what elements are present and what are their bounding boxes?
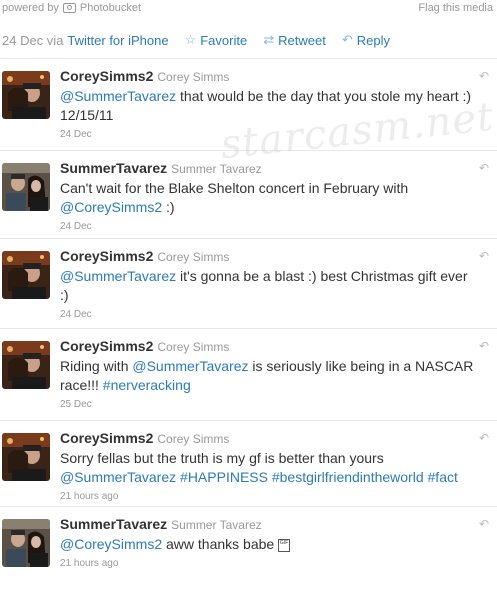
gift-icon: GIF (278, 538, 291, 552)
powered-by-label: powered by (2, 2, 59, 14)
hashtag-link[interactable]: #fact (428, 469, 458, 485)
tweet-header: CoreySimms2 Corey Simms (60, 68, 477, 86)
tweet-header: SummerTavarez Summer Tavarez (60, 516, 477, 534)
tweet-body: CoreySimms2 Corey Simms Riding with @Summe… (60, 338, 477, 412)
screen-name-link[interactable]: CoreySimms2 (60, 338, 153, 354)
hashtag-link[interactable]: #bestgirlfriendintheworld (272, 469, 424, 485)
hashtag-link[interactable]: #HAPPINESS (180, 469, 268, 485)
tweet-item: CoreySimms2 Corey Simms @SummerTavarez it'… (0, 238, 497, 328)
tweet-header: CoreySimms2 Corey Simms (60, 430, 477, 448)
tweet-header: CoreySimms2 Corey Simms (60, 248, 477, 266)
mention-link[interactable]: @SummerTavarez (60, 268, 176, 284)
photobucket-label: Photobucket (79, 2, 142, 14)
mention-link[interactable]: @SummerTavarez (60, 88, 176, 104)
retweet-label: Retweet (278, 32, 326, 48)
tweet-header: SummerTavarez Summer Tavarez (60, 160, 477, 178)
top-bar: powered by Photobucket Flag this media (0, 0, 497, 18)
tweet-text: @SummerTavarez it's gonna be a blast :) … (60, 267, 477, 305)
tweet-timestamp[interactable]: 24 Dec (60, 308, 477, 322)
tweet-text: Riding with @SummerTavarez is seriously … (60, 357, 477, 395)
screen-name-link[interactable]: SummerTavarez (60, 516, 167, 532)
tweet-item: SummerTavarez Summer Tavarez @CoreySimms2 … (0, 506, 497, 586)
mention-link[interactable]: @CoreySimms2 (60, 199, 162, 215)
reply-corner-icon[interactable]: ↶ (479, 249, 489, 263)
retweet-icon: ⇄ (263, 32, 275, 47)
real-name: Corey Simms (157, 340, 230, 354)
tweet-item: CoreySimms2 Corey Simms @SummerTavarez tha… (0, 58, 497, 150)
avatar[interactable] (2, 163, 50, 211)
mention-link[interactable]: @SummerTavarez (132, 358, 248, 374)
tweet-text-segment: Riding with (60, 358, 133, 374)
mention-link[interactable]: @CoreySimms2 (60, 536, 162, 552)
real-name: Summer Tavarez (171, 518, 262, 532)
avatar[interactable] (2, 251, 50, 299)
tweet-timestamp[interactable]: 21 hours ago (60, 557, 477, 571)
tweet-timestamp[interactable]: 21 hours ago (60, 490, 477, 504)
real-name: Corey Simms (157, 70, 230, 84)
favorite-label: Favorite (200, 32, 248, 48)
avatar[interactable] (2, 433, 50, 481)
mention-link[interactable]: @SummerTavarez (60, 469, 176, 485)
tweet-text: @SummerTavarez that would be the day tha… (60, 87, 477, 125)
tweet-body: CoreySimms2 Corey Simms Sorry fellas but t… (60, 430, 477, 504)
star-icon: ☆ (184, 32, 197, 47)
tweet-text: Can't wait for the Blake Shelton concert… (60, 179, 477, 217)
hashtag-link[interactable]: #nerveracking (103, 377, 191, 393)
tweet-text-segment: :) (162, 199, 175, 215)
reply-label: Reply (356, 32, 390, 48)
camera-icon (62, 3, 76, 13)
tweet-item: SummerTavarez Summer Tavarez Can't wait fo… (0, 150, 497, 238)
screen-name-link[interactable]: SummerTavarez (60, 160, 167, 176)
tweet-date: 24 Dec via (2, 32, 64, 48)
reply-corner-icon[interactable]: ↶ (479, 339, 489, 353)
tweet-body: CoreySimms2 Corey Simms @SummerTavarez it'… (60, 248, 477, 322)
tweet-meta-bar: 24 Dec via Twitter for iPhone ☆ Favorite… (0, 30, 497, 50)
tweet-body: CoreySimms2 Corey Simms @SummerTavarez tha… (60, 68, 477, 142)
reply-icon: ↶ (341, 32, 353, 47)
tweet-timestamp[interactable]: 25 Dec (60, 398, 477, 412)
reply-button[interactable]: ↶ Reply (342, 32, 390, 48)
screen-name-link[interactable]: CoreySimms2 (60, 68, 153, 84)
flag-media-link[interactable]: Flag this media (418, 2, 493, 14)
tweet-timestamp[interactable]: 24 Dec (60, 220, 477, 234)
real-name: Summer Tavarez (171, 162, 262, 176)
reply-corner-icon[interactable]: ↶ (479, 517, 489, 531)
tweet-text: Sorry fellas but the truth is my gf is b… (60, 449, 477, 487)
real-name: Corey Simms (157, 250, 230, 264)
tweet-body: SummerTavarez Summer Tavarez Can't wait fo… (60, 160, 477, 234)
tweet-header: CoreySimms2 Corey Simms (60, 338, 477, 356)
screen-name-link[interactable]: CoreySimms2 (60, 430, 153, 446)
via-client-link[interactable]: Twitter for iPhone (67, 33, 168, 48)
tweet-body: SummerTavarez Summer Tavarez @CoreySimms2 … (60, 516, 477, 571)
favorite-button[interactable]: ☆ Favorite (185, 32, 248, 48)
avatar[interactable] (2, 519, 50, 567)
tweet-text-segment: Sorry fellas but the truth is my gf is b… (60, 450, 384, 466)
tweet-text: @CoreySimms2 aww thanks babe GIF (60, 535, 477, 554)
reply-corner-icon[interactable]: ↶ (479, 161, 489, 175)
tweet-item: CoreySimms2 Corey Simms Sorry fellas but t… (0, 420, 497, 506)
reply-corner-icon[interactable]: ↶ (479, 69, 489, 83)
retweet-button[interactable]: ⇄ Retweet (263, 32, 326, 48)
photobucket-credit[interactable]: powered by Photobucket (2, 2, 141, 14)
screen-name-link[interactable]: CoreySimms2 (60, 248, 153, 264)
tweet-timestamp[interactable]: 24 Dec (60, 128, 477, 142)
real-name: Corey Simms (157, 432, 230, 446)
avatar[interactable] (2, 71, 50, 119)
reply-corner-icon[interactable]: ↶ (479, 431, 489, 445)
tweet-item: CoreySimms2 Corey Simms Riding with @Summe… (0, 328, 497, 420)
tweet-text-segment: Can't wait for the Blake Shelton concert… (60, 180, 409, 196)
avatar[interactable] (2, 341, 50, 389)
tweet-list: CoreySimms2 Corey Simms @SummerTavarez tha… (0, 58, 497, 586)
tweet-text-segment: aww thanks babe (162, 536, 279, 552)
